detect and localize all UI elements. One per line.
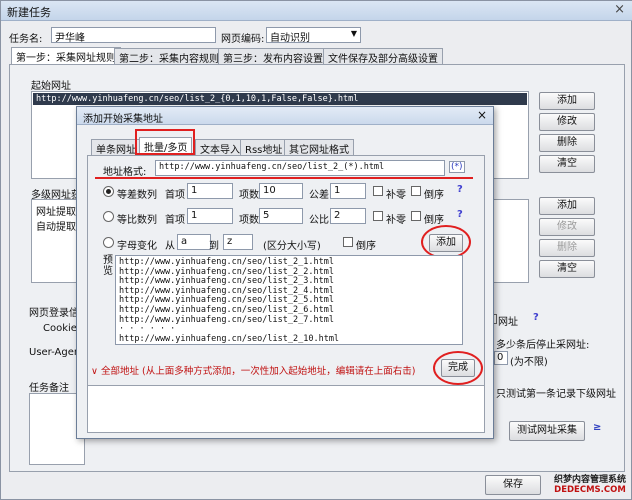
start-clear-button[interactable]: 清空 bbox=[539, 155, 595, 173]
geo-first-label: 首项 bbox=[165, 215, 185, 226]
tab-text-import[interactable]: 文本导入 bbox=[195, 139, 245, 156]
case-note: (区分大小写) bbox=[263, 241, 321, 252]
highlight-done-button bbox=[433, 351, 483, 385]
geo-label: 等比数列 bbox=[117, 215, 157, 226]
tab-step3[interactable]: 第三步：发布内容设置 bbox=[218, 48, 328, 65]
remarks-label: 任务备注 bbox=[29, 383, 69, 394]
geo-count-label: 项数 bbox=[239, 215, 259, 226]
watermark-line1: 织梦内容管理系统 bbox=[553, 475, 626, 485]
close-icon[interactable]: × bbox=[614, 2, 625, 17]
start-edit-button[interactable]: 修改 bbox=[539, 113, 595, 131]
task-name-input[interactable]: 尹华峰 bbox=[51, 27, 216, 43]
geo-radio[interactable] bbox=[103, 211, 114, 222]
arith-pad-label: 补零 bbox=[386, 190, 406, 201]
unlimited-label: (为不限) bbox=[510, 357, 548, 368]
geo-pad-label: 补零 bbox=[386, 215, 406, 226]
letter-from-input[interactable]: a bbox=[177, 234, 211, 250]
geo-count-input[interactable]: 5 bbox=[259, 208, 303, 224]
cookie-label: Cookie bbox=[43, 323, 77, 334]
letter-label: 字母变化 bbox=[117, 241, 157, 252]
arith-count-input[interactable]: 10 bbox=[259, 183, 303, 199]
arith-count-label: 项数 bbox=[239, 190, 259, 201]
stop-value-input[interactable]: 0 bbox=[494, 351, 508, 365]
test-url-button[interactable]: 测试网址采集 bbox=[509, 421, 585, 441]
start-add-button[interactable]: 添加 bbox=[539, 92, 595, 110]
start-delete-button[interactable]: 删除 bbox=[539, 134, 595, 152]
all-urls-list[interactable] bbox=[87, 385, 485, 433]
list-item[interactable]: 自动提取 bbox=[36, 218, 76, 233]
start-url-row[interactable]: http://www.yinhuafeng.cn/seo/list_2_{0,1… bbox=[33, 93, 527, 105]
arith-pad-checkbox[interactable] bbox=[373, 186, 383, 196]
dialog-title-bar: 添加开始采集地址 × bbox=[77, 107, 493, 125]
geo-ratio-label: 公比 bbox=[309, 215, 329, 226]
link-arrow-icon[interactable]: ≥ bbox=[593, 422, 601, 433]
chevron-down-icon: ▼ bbox=[350, 29, 357, 38]
dialog-title: 添加开始采集地址 bbox=[83, 114, 163, 125]
geo-first-input[interactable]: 1 bbox=[187, 208, 233, 224]
tab-single-url[interactable]: 单条网址 bbox=[91, 139, 141, 156]
list-item: http://www.yinhuafeng.cn/seo/list_2_10.h… bbox=[119, 333, 340, 344]
highlight-batch-tab bbox=[135, 129, 195, 155]
arith-label: 等差数列 bbox=[117, 190, 157, 201]
start-url-label: 起始网址 bbox=[31, 81, 71, 92]
save-button[interactable]: 保存 bbox=[485, 475, 541, 495]
all-urls-note: ∨ 全部地址 (从上面多种方式添加，一次性加入起始地址，编辑请在上面右击) bbox=[91, 366, 416, 377]
highlight-add-button bbox=[421, 225, 471, 259]
geo-rev-label: 倒序 bbox=[424, 215, 444, 226]
help-icon[interactable]: ? bbox=[457, 184, 463, 195]
title-bar: 新建任务 × bbox=[1, 1, 632, 21]
test-note-label: 只测试第一条记录下级网址 bbox=[496, 389, 616, 400]
multi-delete-button[interactable]: 删除 bbox=[539, 239, 595, 257]
arith-first-label: 首项 bbox=[165, 190, 185, 201]
watermark-line2: DEDECMS.COM bbox=[554, 485, 626, 495]
multi-edit-button[interactable]: 修改 bbox=[539, 218, 595, 236]
watermark: 织梦内容管理系统 DEDECMS.COM bbox=[549, 475, 631, 495]
window-title: 新建任务 bbox=[7, 6, 51, 19]
add-start-url-dialog: 添加开始采集地址 × 单条网址 批量/多页 文本导入 Rss地址 其它网址格式 … bbox=[76, 106, 494, 439]
format-label: 地址格式: bbox=[103, 167, 147, 178]
help-icon[interactable]: ? bbox=[533, 312, 539, 323]
tab-step4[interactable]: 文件保存及部分高级设置 bbox=[323, 48, 443, 65]
list-item[interactable]: 网址提取 bbox=[36, 203, 76, 218]
dialog-close-icon[interactable]: × bbox=[477, 108, 487, 122]
login-label: 网页登录信 bbox=[29, 308, 79, 319]
help-icon[interactable]: ? bbox=[457, 209, 463, 220]
letter-to-label: 到 bbox=[209, 241, 219, 252]
geo-pad-checkbox[interactable] bbox=[373, 211, 383, 221]
preview-label: 预览 bbox=[103, 255, 113, 277]
letter-radio[interactable] bbox=[103, 237, 114, 248]
highlight-format-underline bbox=[95, 177, 473, 179]
multi-clear-button[interactable]: 清空 bbox=[539, 260, 595, 278]
geo-rev-checkbox[interactable] bbox=[411, 211, 421, 221]
arith-radio[interactable] bbox=[103, 186, 114, 197]
tab-step2[interactable]: 第二步：采集内容规则 bbox=[114, 48, 224, 65]
letter-from-label: 从 bbox=[165, 241, 175, 252]
tab-other-format[interactable]: 其它网址格式 bbox=[284, 139, 354, 156]
arith-diff-label: 公差 bbox=[309, 190, 329, 201]
arith-rev-checkbox[interactable] bbox=[411, 186, 421, 196]
letter-rev-checkbox[interactable] bbox=[343, 237, 353, 247]
encoding-value: 自动识别 bbox=[270, 33, 310, 44]
arith-diff-input[interactable]: 1 bbox=[330, 183, 366, 199]
stop-label: 多少条后停止采网址: bbox=[496, 340, 590, 351]
url-label: 网址 bbox=[498, 317, 518, 328]
format-input[interactable]: http://www.yinhuafeng.cn/seo/list_2_(*).… bbox=[155, 160, 445, 176]
task-name-label: 任务名: bbox=[9, 34, 43, 45]
encoding-select[interactable]: 自动识别 ▼ bbox=[266, 27, 361, 44]
letter-rev-label: 倒序 bbox=[356, 241, 376, 252]
encoding-label: 网页编码: bbox=[221, 34, 265, 45]
tab-rss[interactable]: Rss地址 bbox=[240, 139, 288, 156]
letter-to-input[interactable]: z bbox=[223, 234, 253, 250]
multi-add-button[interactable]: 添加 bbox=[539, 197, 595, 215]
geo-ratio-input[interactable]: 2 bbox=[330, 208, 366, 224]
insert-wildcard-button[interactable]: (*) bbox=[449, 161, 465, 173]
arith-first-input[interactable]: 1 bbox=[187, 183, 233, 199]
preview-list[interactable]: http://www.yinhuafeng.cn/seo/list_2_1.ht… bbox=[115, 255, 463, 345]
arith-rev-label: 倒序 bbox=[424, 190, 444, 201]
tab-step1[interactable]: 第一步：采集网址规则 bbox=[11, 47, 121, 65]
